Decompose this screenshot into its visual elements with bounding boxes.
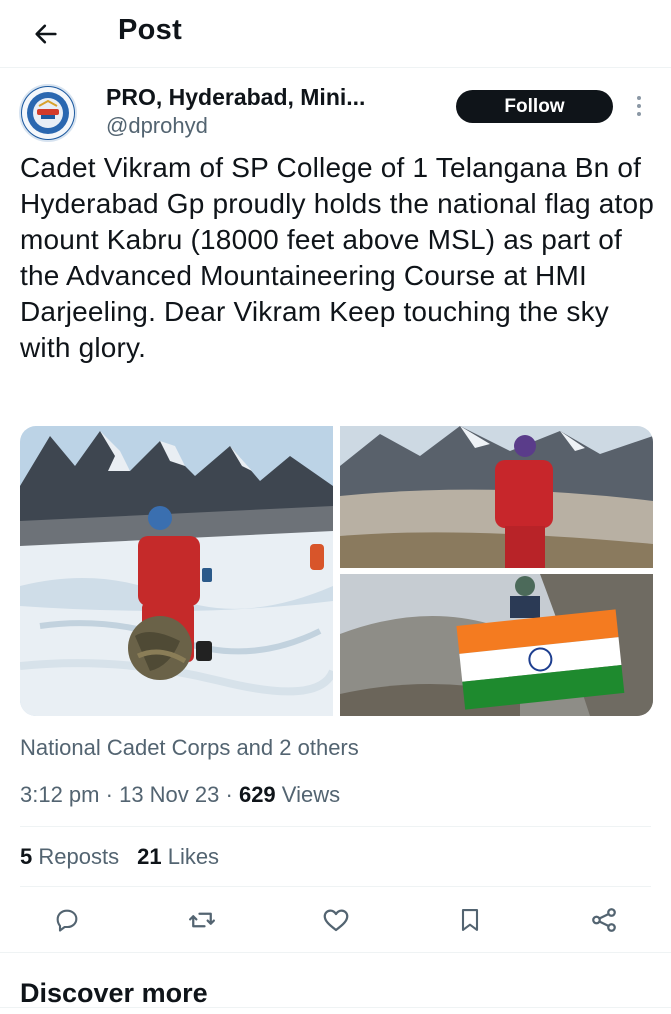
author-display-name[interactable]: PRO, Hyderabad, Mini...: [106, 84, 365, 111]
divider: [0, 1007, 671, 1008]
reply-icon: [56, 909, 78, 932]
media-grid: [20, 426, 653, 716]
reply-button[interactable]: [47, 900, 87, 940]
reposts-label: Reposts: [38, 844, 120, 869]
bookmark-icon: [461, 909, 479, 931]
repost-icon: [189, 912, 215, 928]
top-bar: Post: [0, 0, 671, 68]
post-text: Cadet Vikram of SP College of 1 Telangan…: [20, 152, 655, 363]
emblem-logo: [22, 87, 74, 139]
divider: [20, 886, 651, 887]
reposts-stat[interactable]: 5 Reposts: [20, 844, 119, 869]
photo-cadet-standing[interactable]: [340, 426, 653, 568]
arrow-left-icon: [35, 24, 57, 44]
likes-stat[interactable]: 21 Likes: [137, 844, 219, 869]
post-date[interactable]: 13 Nov 23: [119, 782, 219, 807]
like-icon: [323, 909, 349, 932]
page-title: Post: [118, 14, 183, 46]
share-icon: [592, 908, 616, 932]
action-bar: [0, 896, 671, 944]
more-options-button[interactable]: [627, 92, 651, 120]
likes-label: Likes: [167, 844, 220, 869]
views-label: Views: [281, 782, 341, 807]
views-count: 629: [238, 782, 276, 807]
divider: [0, 952, 671, 953]
discover-more-heading: Discover more: [20, 978, 208, 1008]
like-button[interactable]: [316, 900, 356, 940]
photo-glacier-cadet[interactable]: [20, 426, 333, 716]
repost-button[interactable]: [182, 900, 222, 940]
follow-button[interactable]: Follow: [456, 90, 613, 123]
bookmark-button[interactable]: [450, 900, 490, 940]
engagement-stats: 5 Reposts 21 Likes: [20, 844, 219, 870]
meta-separator: ·: [105, 782, 113, 807]
post-time[interactable]: 3:12 pm: [20, 782, 100, 807]
divider: [20, 826, 651, 827]
share-button[interactable]: [584, 900, 624, 940]
avatar[interactable]: [19, 84, 77, 142]
author-row: PRO, Hyderabad, Mini... @dprohyd Follow: [0, 80, 671, 142]
post-meta: 3:12 pm · 13 Nov 23 · 629 Views: [20, 782, 340, 808]
photo-cadet-flag[interactable]: [340, 574, 653, 716]
back-button[interactable]: [28, 16, 64, 52]
meta-separator: ·: [225, 782, 233, 807]
tagged-accounts[interactable]: National Cadet Corps and 2 others: [20, 735, 359, 761]
vertical-dots-icon: [637, 96, 641, 100]
author-handle[interactable]: @dprohyd: [106, 113, 208, 139]
reposts-count: 5: [20, 844, 33, 869]
likes-count: 21: [137, 844, 162, 869]
